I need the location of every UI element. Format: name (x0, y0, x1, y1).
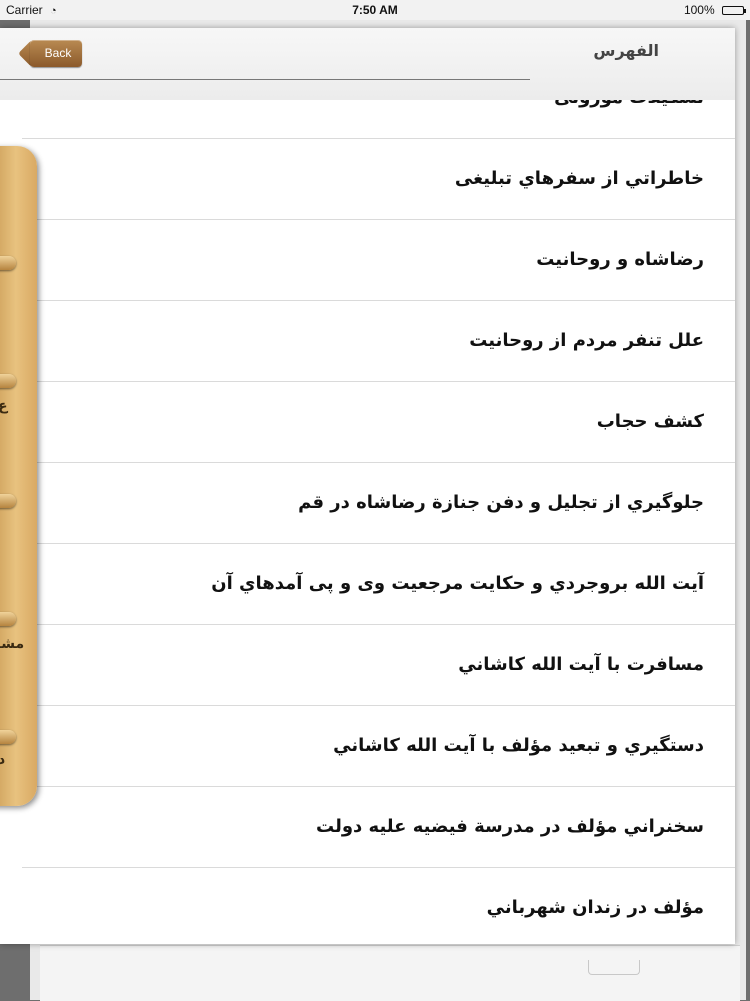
list-item[interactable]: مؤلف در زندان شهرباني (22, 868, 735, 944)
list-item[interactable]: دستگيري و تبعيد مؤلف با آيت الله كاشاني (22, 706, 735, 787)
index-sheet: Back الفهرس تشکیلات موروثی خاطراتي از سف… (0, 28, 735, 944)
list-item-label: جلوگيري از تجليل و دفن جنازة رضاشاه در ق… (298, 492, 704, 513)
list-item-label: علل تنفر مردم از روحانيت (469, 330, 704, 351)
battery-icon (722, 6, 746, 15)
list-item[interactable]: خاطراتي از سفرهاي تبليغی (22, 139, 735, 220)
list-item[interactable]: سخنراني مؤلف در مدرسة فيضيه عليه دولت (22, 787, 735, 868)
drawer-knob[interactable] (0, 612, 16, 626)
drawer-knob[interactable] (0, 494, 16, 508)
list-item[interactable]: مسافرت با آيت الله كاشاني (22, 625, 735, 706)
background-panel-tab (588, 960, 640, 975)
list-item[interactable]: آيت الله بروجردي و حكايت مرجعيت وی و پی … (22, 544, 735, 625)
drawer-label[interactable]: مشا (0, 636, 24, 652)
nav-divider (0, 79, 530, 80)
list-item-label: آيت الله بروجردي و حكايت مرجعيت وی و پی … (211, 573, 704, 594)
side-drawer[interactable]: ع مشا د (0, 146, 37, 806)
battery-indicator: 100% (683, 3, 746, 17)
navigation-bar: Back الفهرس (0, 28, 735, 100)
drawer-label[interactable]: ع (0, 398, 8, 414)
list-item[interactable]: جلوگيري از تجليل و دفن جنازة رضاشاه در ق… (22, 463, 735, 544)
back-button[interactable]: Back (30, 40, 82, 67)
back-button-label: Back (44, 46, 72, 60)
index-list[interactable]: تشکیلات موروثی خاطراتي از سفرهاي تبليغی … (22, 58, 735, 944)
drawer-knob[interactable] (0, 256, 16, 270)
page-title: الفهرس (593, 41, 659, 60)
drawer-label[interactable]: د (0, 752, 5, 768)
list-item[interactable]: كشف حجاب (22, 382, 735, 463)
list-item-label: كشف حجاب (596, 411, 704, 432)
status-time: 7:50 AM (352, 3, 398, 17)
drawer-knob[interactable] (0, 374, 16, 388)
list-item-label: سخنراني مؤلف در مدرسة فيضيه عليه دولت (316, 816, 704, 837)
list-item-label: مؤلف در زندان شهرباني (486, 897, 704, 918)
battery-label: 100% (683, 3, 715, 17)
status-bar: Carrier ◔ 7:50 AM 100% (0, 0, 750, 20)
list-item-label: خاطراتي از سفرهاي تبليغی (454, 168, 704, 189)
drawer-knob[interactable] (0, 730, 16, 744)
list-item-label: رضاشاه و روحانيت (536, 249, 704, 270)
list-item-label: مسافرت با آيت الله كاشاني (458, 654, 704, 675)
list-item-label: دستگيري و تبعيد مؤلف با آيت الله كاشاني (333, 735, 704, 756)
list-item[interactable]: علل تنفر مردم از روحانيت (22, 301, 735, 382)
list-item[interactable]: رضاشاه و روحانيت (22, 220, 735, 301)
